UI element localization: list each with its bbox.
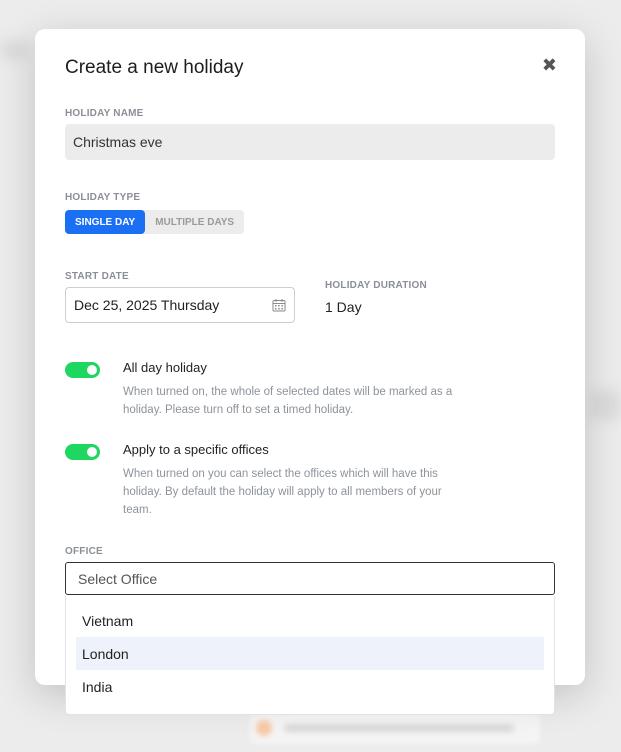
office-option-india[interactable]: India (76, 670, 544, 703)
office-dropdown: Vietnam London India (65, 596, 555, 715)
start-date-value: Dec 25, 2025 Thursday (74, 297, 220, 313)
office-label: OFFICE (65, 546, 103, 557)
all-day-title: All day holiday (123, 360, 207, 375)
specific-offices-description: When turned on you can select the office… (123, 468, 442, 516)
modal-title: Create a new holiday (65, 57, 244, 78)
start-date-label: START DATE (65, 271, 129, 282)
start-date-field[interactable]: Dec 25, 2025 Thursday (65, 287, 295, 323)
holiday-type-toggle: SINGLE DAY MULTIPLE DAYS (65, 210, 245, 234)
holiday-duration-value: 1 Day (325, 299, 362, 315)
multiple-days-button[interactable]: MULTIPLE DAYS (145, 210, 244, 234)
background-toast (250, 712, 540, 744)
holiday-type-label: HOLIDAY TYPE (65, 192, 141, 203)
background-blur (590, 390, 621, 420)
holiday-duration-label: HOLIDAY DURATION (325, 280, 427, 291)
holiday-name-input[interactable]: Christmas eve (65, 124, 555, 160)
office-option-london[interactable]: London (76, 637, 544, 670)
close-icon[interactable]: ✖ (542, 55, 557, 75)
create-holiday-modal: Create a new holiday ✖ HOLIDAY NAME Chri… (35, 29, 585, 685)
background-blur (0, 40, 30, 60)
all-day-toggle[interactable] (65, 362, 100, 378)
holiday-name-label: HOLIDAY NAME (65, 108, 144, 119)
specific-offices-title: Apply to a specific offices (123, 442, 269, 457)
specific-offices-toggle[interactable] (65, 444, 100, 460)
office-option-vietnam[interactable]: Vietnam (76, 604, 544, 637)
single-day-button[interactable]: SINGLE DAY (65, 210, 146, 234)
all-day-description: When turned on, the whole of selected da… (123, 386, 453, 416)
office-select[interactable]: Select Office (65, 562, 555, 595)
calendar-icon[interactable] (272, 298, 286, 312)
